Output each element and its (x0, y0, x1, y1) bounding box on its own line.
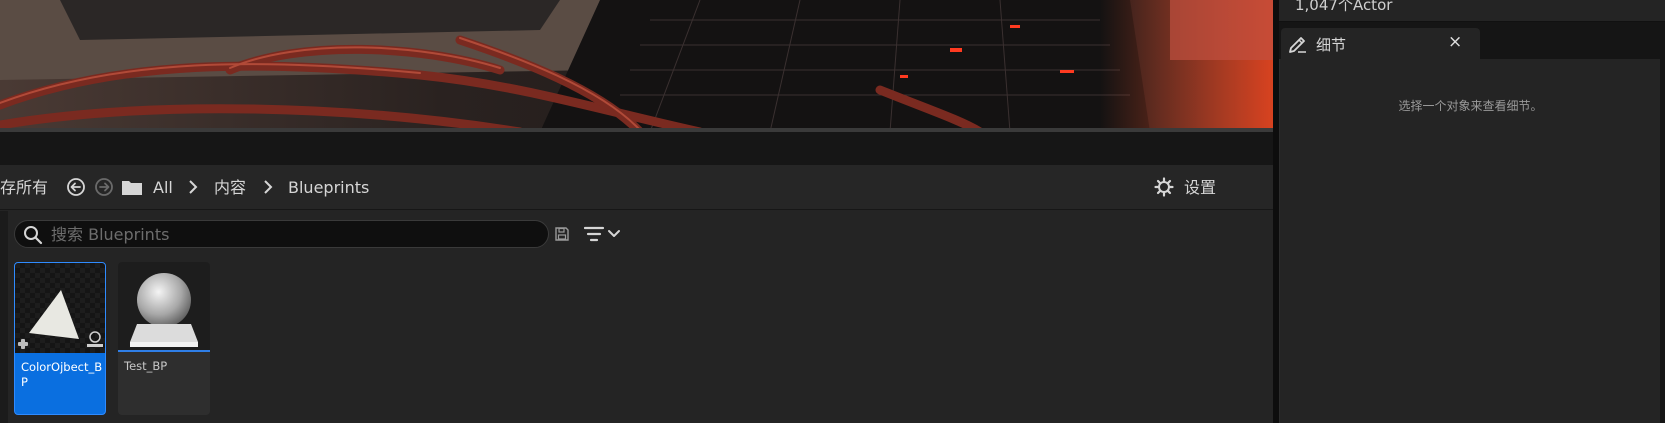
unreal-editor-window: 存所有 All 内容 Blueprints 设置 搜索 Blueprints C… (0, 0, 1665, 423)
close-tab-button[interactable]: × (1448, 32, 1462, 52)
triangle-material-icon (15, 263, 105, 353)
pencil-icon (1289, 37, 1306, 53)
breadcrumb-all[interactable]: All (153, 179, 173, 197)
content-browser-toolbar: 存所有 All 内容 Blueprints 设置 (0, 165, 1273, 210)
tab-details-label: 细节 (1316, 36, 1347, 54)
save-all-button[interactable]: 存所有 (0, 179, 48, 197)
settings-button[interactable]: 设置 (1184, 179, 1216, 197)
details-tab-bar: 细节 × (1279, 23, 1665, 59)
right-panel: 1,047个Actor 细节 × 选择一个对象来查看细节。 (1279, 0, 1665, 423)
gear-icon[interactable] (1154, 177, 1174, 197)
level-viewport[interactable] (0, 0, 1273, 132)
viewport-gap (0, 132, 1273, 165)
folder-icon[interactable] (121, 177, 143, 197)
search-box (14, 220, 549, 248)
asset-name: Test_BP (124, 359, 168, 373)
asset-tile[interactable]: Test_BP (118, 262, 210, 415)
asset-tile[interactable]: ColorOjbect_BP (14, 262, 106, 415)
sphere-on-pedestal-icon (118, 262, 210, 352)
save-search-icon[interactable] (555, 227, 569, 241)
viewport-scene-image (0, 0, 1273, 132)
details-panel: 选择一个对象来查看细节。 (1279, 59, 1660, 423)
sources-panel-collapse-grip[interactable] (0, 211, 8, 423)
outliner-footer: 1,047个Actor (1279, 0, 1665, 22)
content-browser: 存所有 All 内容 Blueprints 设置 搜索 Blueprints C… (0, 165, 1273, 423)
filter-dropdown-icon[interactable] (584, 224, 622, 244)
details-empty-message: 选择一个对象来查看细节。 (1398, 99, 1543, 113)
search-input[interactable] (51, 223, 531, 245)
history-forward-icon[interactable] (94, 177, 114, 197)
actor-count: 1,047个Actor (1295, 0, 1393, 14)
history-back-icon[interactable] (66, 177, 86, 197)
search-icon (24, 226, 43, 245)
asset-name: ColorOjbect_BP (21, 360, 103, 389)
breadcrumb-content[interactable]: 内容 (214, 179, 246, 197)
asset-view: ColorOjbect_BP (0, 211, 1273, 423)
chevron-right-icon[interactable] (263, 180, 273, 194)
breadcrumb-blueprints[interactable]: Blueprints (288, 179, 369, 197)
tab-details[interactable]: 细节 × (1281, 28, 1480, 59)
chevron-right-icon[interactable] (188, 180, 198, 194)
